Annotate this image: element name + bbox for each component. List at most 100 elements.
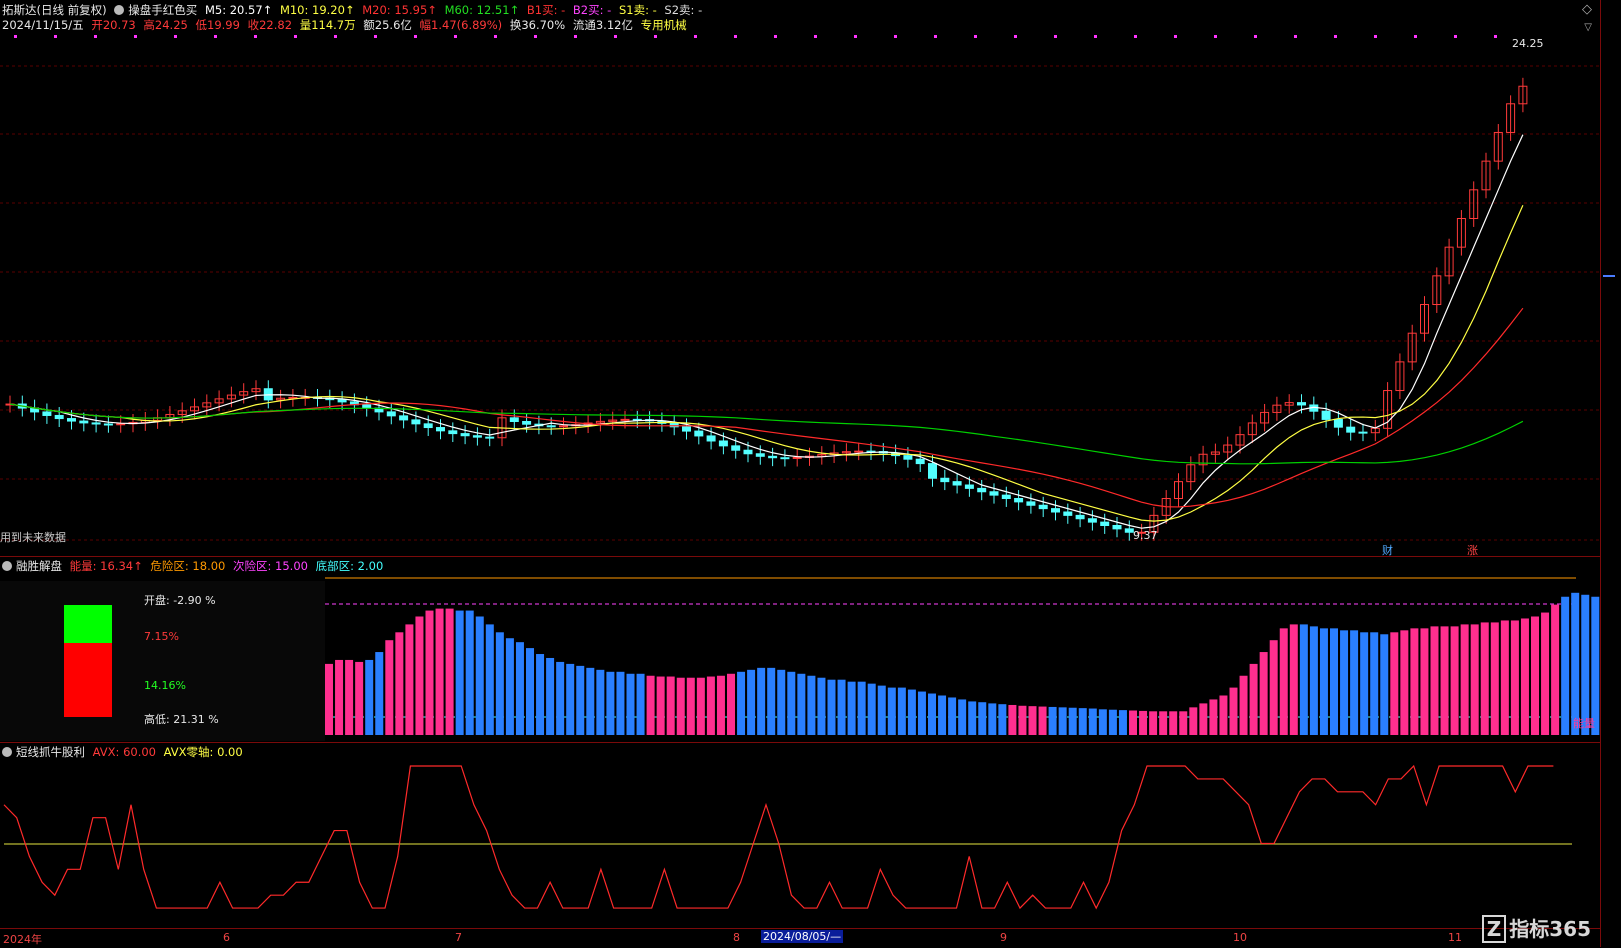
sub-danger-zone-value: 次险区: 15.00 xyxy=(233,559,308,573)
energy-bar xyxy=(827,679,836,735)
candle-body xyxy=(768,455,778,459)
candle-body xyxy=(1075,514,1085,520)
info-box: 开盘: -2.90 % 7.15% 14.16% 高低: 21.31 % xyxy=(0,581,325,741)
indicator-name[interactable]: 操盘手红色买 xyxy=(128,3,197,17)
future-data-note: 用到未来数据 xyxy=(0,531,66,544)
energy-bar xyxy=(355,661,364,735)
energy-bar xyxy=(566,663,575,735)
candle-body xyxy=(1112,524,1122,530)
collapse-icon[interactable]: ◇ xyxy=(1582,2,1592,17)
signal-dot xyxy=(214,35,217,38)
energy-bar xyxy=(375,652,384,735)
energy-bar xyxy=(1179,711,1188,735)
main-chart-panel[interactable]: 拓斯达(日线 前复权) 操盘手红色买 M5: 20.57↑ M10: 19.20… xyxy=(0,0,1600,557)
indicator1-name[interactable]: 融胜解盘 xyxy=(16,559,62,573)
candle-body xyxy=(116,423,126,426)
candle-body xyxy=(792,456,802,459)
indicator1-toggle-icon[interactable] xyxy=(2,561,12,571)
signal-dot xyxy=(614,35,617,38)
turnover-value: 换36.70% xyxy=(509,18,566,32)
red-block xyxy=(64,643,112,717)
candle-body xyxy=(411,419,421,425)
signal-dot xyxy=(1014,35,1017,38)
energy-bar xyxy=(1118,710,1127,735)
energy-bar xyxy=(1028,706,1037,735)
signal-dot xyxy=(534,35,537,38)
energy-bar xyxy=(706,676,715,735)
candle-body xyxy=(903,455,913,460)
stock-title[interactable]: 拓斯达(日线 前复权) xyxy=(2,3,107,17)
energy-bar xyxy=(1410,628,1419,735)
energy-bar xyxy=(1219,695,1228,735)
right-price-axis[interactable] xyxy=(1600,0,1621,947)
time-tick-6: 6 xyxy=(223,931,230,944)
indicator2-toggle-icon[interactable] xyxy=(2,747,12,757)
energy-bar xyxy=(747,669,756,735)
indicator2-name[interactable]: 短线抓牛股利 xyxy=(16,745,85,759)
time-axis[interactable]: 2024年 6 7 8 2024/08/05/— 9 10 11 xyxy=(0,928,1600,948)
energy-bar xyxy=(1490,622,1499,735)
energy-bar xyxy=(686,677,695,735)
watermark-icon: Z xyxy=(1481,915,1507,943)
energy-bar xyxy=(395,632,404,735)
energy-bar xyxy=(1008,704,1017,735)
chevron-down-icon[interactable]: ▽ xyxy=(1584,22,1592,33)
indicator2-panel[interactable]: 短线抓牛股利 AVX: 60.00 AVX零轴: 0.00 xyxy=(0,742,1600,929)
energy-bar xyxy=(887,687,896,735)
candle-body xyxy=(743,449,753,455)
bottom-zone-value: 底部区: 2.00 xyxy=(315,559,384,573)
energy-bar xyxy=(345,659,354,735)
candle-body xyxy=(1026,501,1036,506)
float-value: 流通3.12亿 xyxy=(572,18,633,32)
energy-bar xyxy=(1299,624,1308,735)
b2-value: B2买: - xyxy=(572,3,612,17)
energy-bar xyxy=(877,685,886,735)
s2-value: S2卖: - xyxy=(664,3,703,17)
energy-bar xyxy=(1129,710,1137,735)
candle-body xyxy=(1014,498,1024,503)
energy-bar xyxy=(737,671,746,735)
energy-bar xyxy=(1520,618,1529,735)
energy-bar xyxy=(1289,624,1298,735)
ma60-value: M60: 12.51↑ xyxy=(444,3,520,17)
energy-bar xyxy=(716,675,725,735)
candle-body xyxy=(509,417,519,422)
ma20-line xyxy=(9,307,1524,508)
candle-body xyxy=(103,423,113,426)
industry-value: 专用机械 xyxy=(640,18,687,32)
indicator-toggle-icon[interactable] xyxy=(114,5,125,15)
time-tick-11: 11 xyxy=(1448,931,1462,944)
main-header-line1: 拓斯达(日线 前复权) 操盘手红色买 M5: 20.57↑ M10: 19.20… xyxy=(2,3,706,17)
energy-bar xyxy=(536,654,545,735)
energy-bar xyxy=(1149,711,1158,735)
kline-chart[interactable] xyxy=(0,0,1600,556)
time-cursor-date[interactable]: 2024/08/05/— xyxy=(761,930,844,943)
time-tick-10: 10 xyxy=(1233,931,1247,944)
b1-value: B1买: - xyxy=(526,3,566,17)
signal-dot xyxy=(454,35,457,38)
signal-dot xyxy=(1414,35,1417,38)
ma20-value: M20: 15.95↑ xyxy=(362,3,437,17)
signal-dot xyxy=(1174,35,1177,38)
candle-body xyxy=(718,440,728,447)
close-value: 收22.82 xyxy=(247,18,293,32)
candle-body xyxy=(436,427,445,432)
time-tick-9: 9 xyxy=(1000,931,1007,944)
energy-bar xyxy=(1460,624,1469,735)
energy-bar xyxy=(1440,626,1449,735)
value-14-16: 14.16% xyxy=(144,679,186,692)
candle-body xyxy=(755,453,765,457)
energy-bar xyxy=(1541,612,1550,735)
signal-dot xyxy=(694,35,697,38)
candle-body xyxy=(1346,426,1356,433)
energy-bar xyxy=(556,661,565,735)
indicator1-panel[interactable]: 融胜解盘 能量: 16.34↑ 危险区: 18.00 次险区: 15.00 底部… xyxy=(0,556,1600,743)
energy-bar xyxy=(1571,592,1580,735)
indicator2-chart[interactable] xyxy=(0,743,1600,929)
energy-bar xyxy=(797,673,806,735)
energy-bar xyxy=(1500,620,1509,735)
energy-bar xyxy=(837,679,846,735)
signal-dot xyxy=(174,35,177,38)
energy-bar xyxy=(425,610,434,735)
candle-body xyxy=(1297,402,1306,406)
